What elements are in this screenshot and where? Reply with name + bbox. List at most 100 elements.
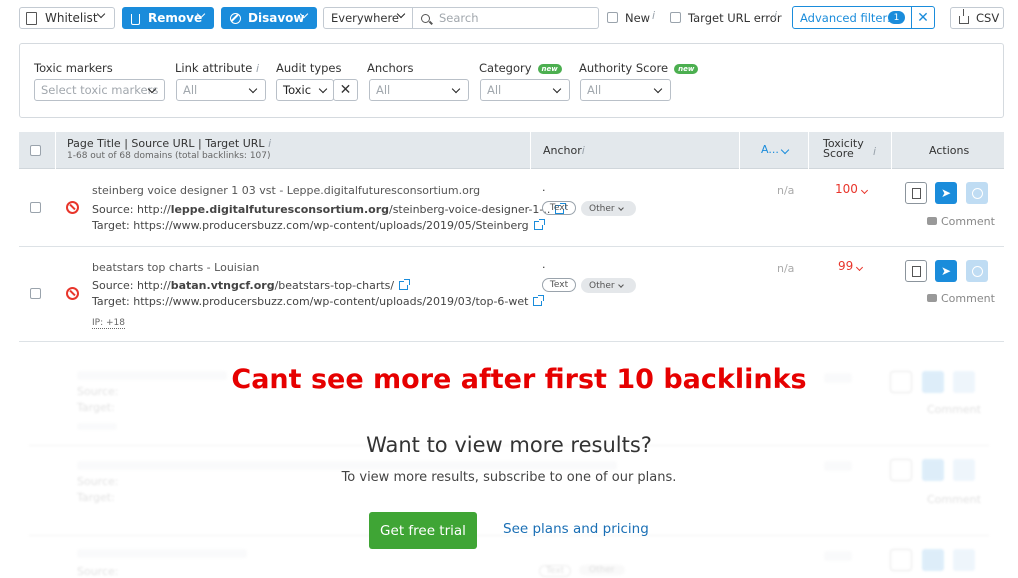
audit-types-select[interactable]: Toxic	[276, 79, 334, 101]
row-toxicity-score[interactable]: 100	[835, 182, 868, 196]
category-select[interactable]: All	[480, 79, 570, 101]
disavow-action-button[interactable]	[966, 260, 988, 282]
authority-score-select[interactable]: All	[580, 79, 671, 101]
new-badge: new	[674, 64, 699, 74]
row-page-title: steinberg voice designer 1 03 vst - Lepp…	[92, 184, 481, 197]
target-link[interactable]: https://www.producersbuzz.com/wp-content…	[133, 219, 528, 232]
remove-action-button[interactable]: ➤	[935, 182, 957, 204]
whitelist-action-button[interactable]	[905, 182, 927, 204]
chevron-down-icon	[617, 281, 624, 288]
whitelist-button[interactable]: Whitelist	[19, 7, 115, 29]
row-page-title: beatstars top charts - Louisian	[92, 261, 260, 274]
clear-filters-button[interactable]: ✕	[911, 6, 935, 29]
anchor-category-dropdown[interactable]: Other	[581, 278, 636, 293]
csv-export-button[interactable]: CSV	[950, 7, 1004, 29]
blurred-other-label: Other	[579, 565, 625, 575]
column-header-toxicity[interactable]: Toxicity Score	[823, 138, 873, 159]
target-url-error-checkbox[interactable]	[670, 12, 681, 23]
target-url-error-info-icon: i	[774, 9, 778, 22]
search-input[interactable]: Search	[413, 7, 599, 29]
whitelist-action-button[interactable]	[905, 260, 927, 282]
column-header-authority[interactable]: A...	[761, 143, 790, 156]
row-source: Source: http://batan.vtngcf.org/beatstar…	[92, 279, 411, 292]
info-icon: i	[256, 62, 260, 75]
category-value: All	[487, 83, 502, 97]
external-link-icon[interactable]	[399, 279, 411, 290]
ip-count-link[interactable]: IP: +18	[92, 318, 125, 329]
see-plans-link[interactable]: See plans and pricing	[503, 521, 649, 537]
disavow-action-button[interactable]	[966, 182, 988, 204]
link-attribute-value: All	[183, 83, 198, 97]
anchor-type-badge: Text	[542, 201, 576, 215]
chevron-down-icon	[318, 84, 328, 94]
info-icon: i	[581, 144, 585, 157]
disavow-label: Disavow	[248, 11, 305, 25]
new-badge: new	[537, 64, 562, 74]
external-link-icon[interactable]	[533, 219, 545, 230]
annotation-text: Cant see more after first 10 backlinks	[231, 364, 807, 395]
row-anchor-text: .	[542, 258, 546, 271]
toxic-ban-icon	[66, 287, 79, 300]
anchor-category-dropdown[interactable]: Other	[581, 201, 636, 216]
blurred-target-label: Target:	[77, 401, 115, 414]
new-info-icon: i	[652, 9, 656, 22]
header-divider	[55, 132, 56, 169]
row-target: Target: https://www.producersbuzz.com/wp…	[92, 295, 545, 308]
remove-action-button[interactable]: ➤	[935, 260, 957, 282]
remove-label: Remove	[148, 11, 203, 25]
toxic-markers-select[interactable]: Select toxic markers	[34, 79, 165, 101]
target-link[interactable]: https://www.producersbuzz.com/wp-content…	[133, 295, 528, 308]
whitelist-label: Whitelist	[45, 11, 98, 25]
target-url-error-label: Target URL error	[688, 11, 782, 25]
row-source: Source: http://leppe.digitalfuturesconso…	[92, 203, 567, 216]
chevron-down-icon	[781, 145, 790, 155]
disavow-button[interactable]: Disavow	[221, 7, 317, 29]
comment-button[interactable]: Comment	[927, 215, 995, 228]
send-icon: ➤	[940, 186, 952, 200]
column-header-anchor[interactable]: Anchori	[543, 144, 585, 157]
anchor-type-badge: Text	[542, 278, 576, 292]
new-label: New	[625, 11, 651, 25]
audit-types-clear-button[interactable]: ✕	[333, 79, 358, 101]
source-link[interactable]: http://batan.vtngcf.org/beatstars-top-ch…	[137, 279, 394, 292]
advanced-filters-button[interactable]: Advanced filters 1	[792, 6, 912, 29]
anchors-select[interactable]: All	[369, 79, 469, 101]
search-placeholder: Search	[439, 11, 479, 25]
comment-button[interactable]: Comment	[927, 292, 995, 305]
disavow-icon	[971, 265, 983, 277]
chevron-down-icon	[552, 84, 562, 94]
whitelist-icon	[911, 187, 921, 199]
header-divider	[739, 132, 740, 169]
header-divider	[530, 132, 531, 169]
column-header-page[interactable]: Page Title | Source URL | Target URL i	[67, 137, 271, 150]
source-link[interactable]: http://leppe.digitalfuturesconsortium.or…	[137, 203, 550, 216]
link-attribute-label: Link attribute i	[175, 61, 260, 75]
chevron-down-icon	[617, 204, 624, 211]
row-toxicity-score[interactable]: 99	[838, 259, 864, 273]
row-checkbox[interactable]	[30, 288, 41, 299]
authority-score-value: All	[587, 83, 602, 97]
chevron-down-icon	[856, 263, 864, 272]
row-authority-score: n/a	[777, 262, 795, 275]
export-icon	[959, 9, 969, 24]
blurred-source-label: Source:	[77, 565, 119, 578]
get-free-trial-button[interactable]: Get free trial	[369, 512, 477, 549]
row-target: Target: https://www.producersbuzz.com/wp…	[92, 219, 545, 232]
scope-select[interactable]: Everywhere	[323, 7, 413, 29]
category-label: Category new	[479, 61, 562, 75]
remove-button[interactable]: Remove	[122, 7, 214, 29]
blurred-target-label: Target:	[77, 491, 115, 504]
link-attribute-select[interactable]: All	[176, 79, 266, 101]
header-divider	[891, 132, 892, 169]
select-all-checkbox[interactable]	[30, 145, 41, 156]
comment-icon	[927, 217, 937, 225]
header-divider	[808, 132, 809, 169]
row-checkbox[interactable]	[30, 202, 41, 213]
advanced-filters-label: Advanced filters	[800, 10, 894, 25]
external-link-icon[interactable]	[533, 295, 545, 306]
close-icon: ✕	[917, 9, 929, 26]
column-header-actions: Actions	[929, 144, 970, 157]
new-checkbox[interactable]	[607, 12, 618, 23]
info-icon: i	[268, 137, 272, 150]
info-icon: i	[873, 145, 877, 158]
